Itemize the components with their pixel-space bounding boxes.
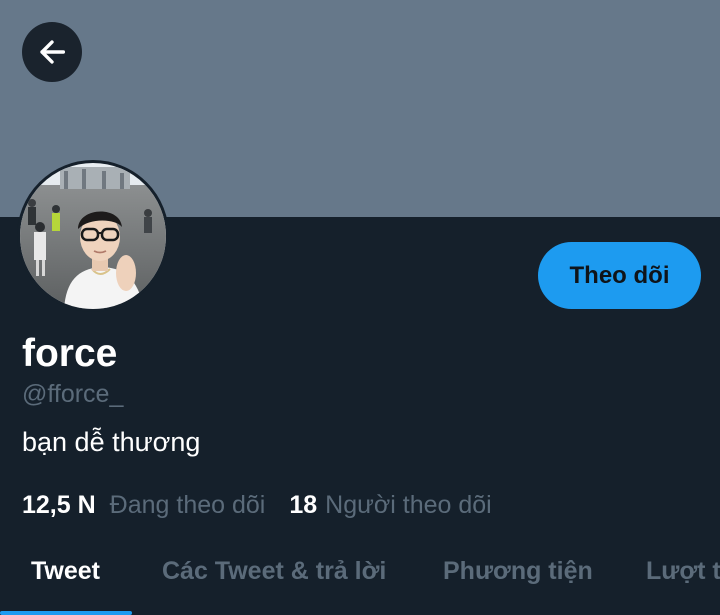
follow-button[interactable]: Theo dõi: [538, 242, 701, 309]
followers-stat[interactable]: 18 Người theo dõi: [289, 488, 491, 522]
tab-likes[interactable]: Lượt thích: [646, 554, 720, 588]
avatar[interactable]: [17, 160, 169, 312]
active-tab-indicator: [0, 611, 132, 615]
user-handle: @fforce_: [22, 380, 124, 408]
tab-tweets[interactable]: Tweet: [31, 554, 100, 588]
following-stat[interactable]: 12,5 N Đang theo dõi: [22, 488, 265, 522]
tab-media[interactable]: Phương tiện: [443, 554, 593, 588]
tab-tweets-and-replies[interactable]: Các Tweet & trả lời: [162, 554, 386, 588]
followers-label: Người theo dõi: [325, 491, 492, 519]
profile-photo: [20, 163, 166, 309]
arrow-left-icon: [35, 35, 69, 69]
profile-page: Theo dõi force @fforce_ bạn dễ thương 12…: [0, 0, 720, 615]
back-button[interactable]: [22, 22, 82, 82]
profile-stats: 12,5 N Đang theo dõi 18 Người theo dõi: [22, 488, 516, 522]
user-bio: bạn dễ thương: [22, 427, 201, 457]
display-name: force: [22, 332, 118, 375]
following-label: Đang theo dõi: [109, 491, 266, 519]
following-count: 12,5 N: [22, 491, 96, 519]
profile-tabs: Tweet Các Tweet & trả lời Phương tiện Lư…: [0, 538, 720, 615]
followers-count: 18: [289, 491, 318, 519]
